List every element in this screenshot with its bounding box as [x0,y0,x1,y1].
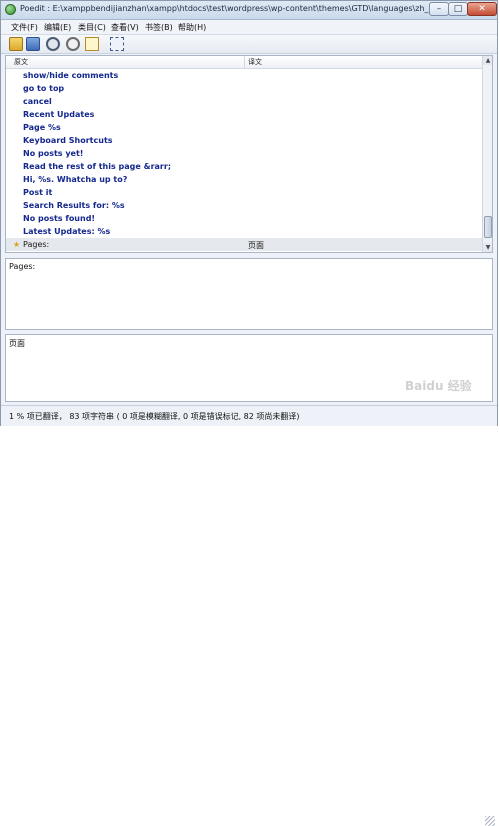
row-source: Pages: [23,240,50,249]
resize-grip-icon[interactable] [485,816,495,826]
open-icon[interactable] [9,37,23,51]
menu-help[interactable]: 帮助(H) [178,22,206,33]
list-row-selected[interactable]: ★ Pages: 页面 [6,238,482,251]
list-header: 原文 译文 [6,56,482,69]
row-source: No posts found! [23,214,96,223]
column-divider[interactable] [244,56,245,68]
list-row[interactable]: No posts yet! [6,147,482,160]
close-button[interactable]: ✕ [467,2,497,16]
catalog-manager-icon[interactable] [66,37,80,51]
poedit-window: Poedit : E:\xamppbendijianzhan\xampp\htd… [0,0,498,826]
fullscreen-icon[interactable] [110,37,124,51]
list-row[interactable]: Read the rest of this page &rarr; [6,160,482,173]
list-row[interactable]: Recent Updates [6,108,482,121]
row-translation: 页面 [248,241,264,250]
list-row[interactable]: cancel [6,95,482,108]
menu-view[interactable]: 查看(V) [111,22,139,33]
menu-bar: 文件(F) 编辑(E) 类目(C) 查看(V) 书签(B) 帮助(H) [1,20,497,35]
poedit-app-icon [5,4,16,15]
minimize-button[interactable]: – [429,2,449,16]
list-row[interactable]: Keyboard Shortcuts [6,134,482,147]
scroll-up-icon[interactable]: ▲ [483,56,492,65]
toolbar [1,35,497,54]
list-row[interactable]: go to top [6,82,482,95]
list-row[interactable]: Search Results for: %s [6,199,482,212]
row-source: Page %s [23,123,61,132]
row-source: show/hide comments [23,71,119,80]
row-source: Search Results for: %s [23,201,125,210]
row-source: Recent Updates [23,110,95,119]
list-row[interactable]: Post it [6,186,482,199]
column-header-source[interactable]: 原文 [14,57,28,67]
save-icon[interactable] [26,37,40,51]
translation-text[interactable]: 页面 [9,338,25,349]
watermark: Baidu 经验 [405,379,472,393]
column-header-translation[interactable]: 译文 [248,57,262,67]
menu-catalog[interactable]: 类目(C) [78,22,106,33]
list-scrollbar[interactable]: ▲ ▼ [482,56,492,252]
list-row[interactable]: No posts found! [6,212,482,225]
update-icon[interactable] [46,37,60,51]
status-bar: 1 % 项已翻译， 83 项字符串 ( 0 项是模糊翻译, 0 项是错误标记, … [1,405,497,826]
menu-bookmarks[interactable]: 书签(B) [145,22,173,33]
list-row[interactable]: Page %s [6,121,482,134]
maximize-button[interactable]: □ [448,2,468,16]
list-row[interactable]: Latest Updates: %s [6,225,482,238]
source-text: Pages: [9,262,36,271]
menu-edit[interactable]: 编辑(E) [44,22,71,33]
source-text-pane[interactable]: Pages: [5,258,493,330]
menu-file[interactable]: 文件(F) [11,22,38,33]
row-source: Hi, %s. Whatcha up to? [23,175,128,184]
row-source: Latest Updates: %s [23,227,111,236]
row-source: cancel [23,97,52,106]
row-source: go to top [23,84,65,93]
status-text: 1 % 项已翻译， 83 项字符串 ( 0 项是模糊翻译, 0 项是错误标记, … [9,412,300,421]
list-row[interactable]: Hi, %s. Whatcha up to? [6,173,482,186]
window-title: Poedit : E:\xamppbendijianzhan\xampp\htd… [20,4,453,13]
row-source: Read the rest of this page &rarr; [23,162,172,171]
scroll-thumb[interactable] [484,216,492,238]
row-source: No posts yet! [23,149,84,158]
scroll-down-icon[interactable]: ▼ [483,243,492,252]
row-source: Post it [23,188,53,197]
strings-list[interactable]: 原文 译文 show/hide comments go to top cance… [5,55,493,253]
translated-star-icon: ★ [13,240,21,249]
row-source: Keyboard Shortcuts [23,136,113,145]
edit-comment-icon[interactable] [85,37,99,51]
list-row[interactable]: show/hide comments [6,69,482,82]
title-bar[interactable]: Poedit : E:\xamppbendijianzhan\xampp\htd… [1,1,497,20]
